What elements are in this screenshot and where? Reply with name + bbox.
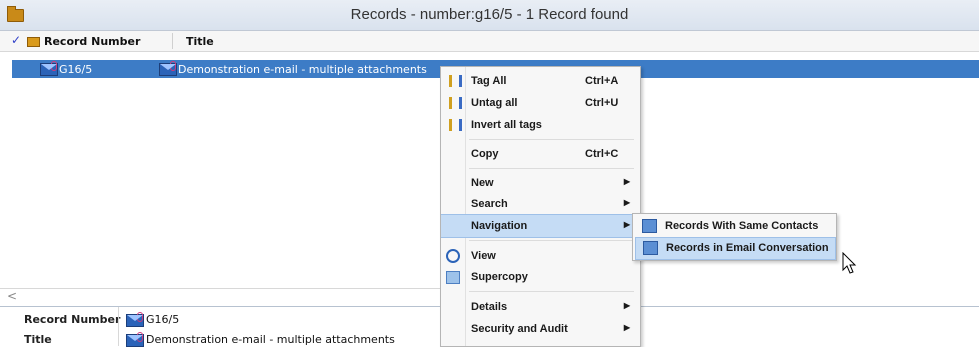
- menu-item-view[interactable]: View: [441, 245, 640, 267]
- property-label: Record Number: [24, 313, 121, 326]
- property-label: Title: [24, 333, 52, 346]
- column-divider[interactable]: [172, 33, 173, 49]
- submenu-arrow-icon: ▶: [623, 177, 630, 186]
- email-attachment-icon: [159, 61, 177, 76]
- menu-item-label: Details: [471, 301, 508, 313]
- menu-item-label: Copy: [471, 148, 499, 160]
- email-attachment-icon: [126, 332, 144, 347]
- menu-item-supercopy[interactable]: Supercopy: [441, 266, 640, 288]
- menu-item-details[interactable]: Details ▶: [441, 296, 640, 318]
- folder-icon: [27, 37, 40, 47]
- supercopy-icon: [446, 271, 460, 284]
- menu-separator: [469, 291, 634, 292]
- menu-item-untag-all[interactable]: Untag all Ctrl+U: [441, 92, 640, 114]
- contacts-records-icon: [642, 219, 657, 233]
- record-number-cell: G16/5: [59, 63, 93, 76]
- submenu-arrow-icon: ▶: [623, 323, 630, 332]
- tag-icon: [449, 75, 462, 87]
- column-header: ✓ Record Number Title: [0, 31, 979, 52]
- shortcut-label: Ctrl+A: [585, 75, 619, 87]
- column-header-record-number[interactable]: Record Number: [44, 35, 140, 48]
- menu-separator: [469, 240, 634, 241]
- column-header-title[interactable]: Title: [186, 35, 214, 48]
- menu-item-label: Untag all: [471, 97, 518, 109]
- menu-item-label: Security and Audit: [471, 323, 568, 335]
- context-menu: Tag All Ctrl+A Untag all Ctrl+U Invert a…: [440, 66, 641, 347]
- invert-tags-icon: [449, 119, 462, 131]
- menu-item-label: New: [471, 177, 494, 189]
- menu-item-copy[interactable]: Copy Ctrl+C: [441, 143, 640, 165]
- menu-item-label: View: [471, 250, 496, 262]
- scroll-left-icon[interactable]: <: [7, 289, 17, 303]
- magnifier-icon: [446, 249, 460, 263]
- title-cell: Demonstration e-mail - multiple attachme…: [178, 63, 427, 76]
- menu-item-search[interactable]: Search ▶: [441, 193, 640, 215]
- untag-icon: [449, 97, 462, 109]
- menu-item-label: Supercopy: [471, 271, 528, 283]
- submenu-arrow-icon: ▶: [623, 198, 630, 207]
- menu-separator: [469, 168, 634, 169]
- submenu-arrow-icon: ▶: [623, 301, 630, 310]
- navigation-submenu: Records With Same Contacts Records in Em…: [632, 213, 837, 261]
- email-conversation-icon: [643, 241, 658, 255]
- mouse-cursor-icon: [842, 252, 857, 274]
- shortcut-label: Ctrl+C: [585, 148, 619, 160]
- title-bar: Records - number:g16/5 - 1 Record found: [0, 0, 979, 31]
- shortcut-label: Ctrl+U: [585, 97, 619, 109]
- menu-item-label: Records With Same Contacts: [665, 220, 819, 232]
- menu-item-label: Records in Email Conversation: [666, 242, 829, 254]
- menu-item-label: Tag All: [471, 75, 507, 87]
- submenu-item-same-contacts[interactable]: Records With Same Contacts: [635, 216, 834, 237]
- email-attachment-icon: [126, 312, 144, 327]
- menu-item-invert-tags[interactable]: Invert all tags: [441, 114, 640, 136]
- menu-item-new[interactable]: New ▶: [441, 172, 640, 194]
- email-attachment-icon: [40, 61, 58, 76]
- menu-item-tag-all[interactable]: Tag All Ctrl+A: [441, 70, 640, 92]
- property-value: Demonstration e-mail - multiple attachme…: [146, 333, 395, 346]
- horizontal-scrollbar[interactable]: <: [0, 288, 440, 307]
- menu-item-navigation[interactable]: Navigation ▶: [441, 214, 640, 238]
- submenu-item-email-conversation[interactable]: Records in Email Conversation: [635, 237, 836, 260]
- menu-item-label: Navigation: [471, 220, 528, 232]
- menu-item-security-audit[interactable]: Security and Audit ▶: [441, 318, 640, 340]
- property-value: G16/5: [146, 313, 180, 326]
- divider: [118, 307, 119, 346]
- window-title: Records - number:g16/5 - 1 Record found: [350, 6, 629, 23]
- menu-separator: [469, 139, 634, 140]
- menu-item-label: Search: [471, 198, 508, 210]
- submenu-arrow-icon: ▶: [623, 220, 630, 229]
- menu-item-label: Invert all tags: [471, 119, 542, 131]
- check-icon[interactable]: ✓: [11, 33, 21, 47]
